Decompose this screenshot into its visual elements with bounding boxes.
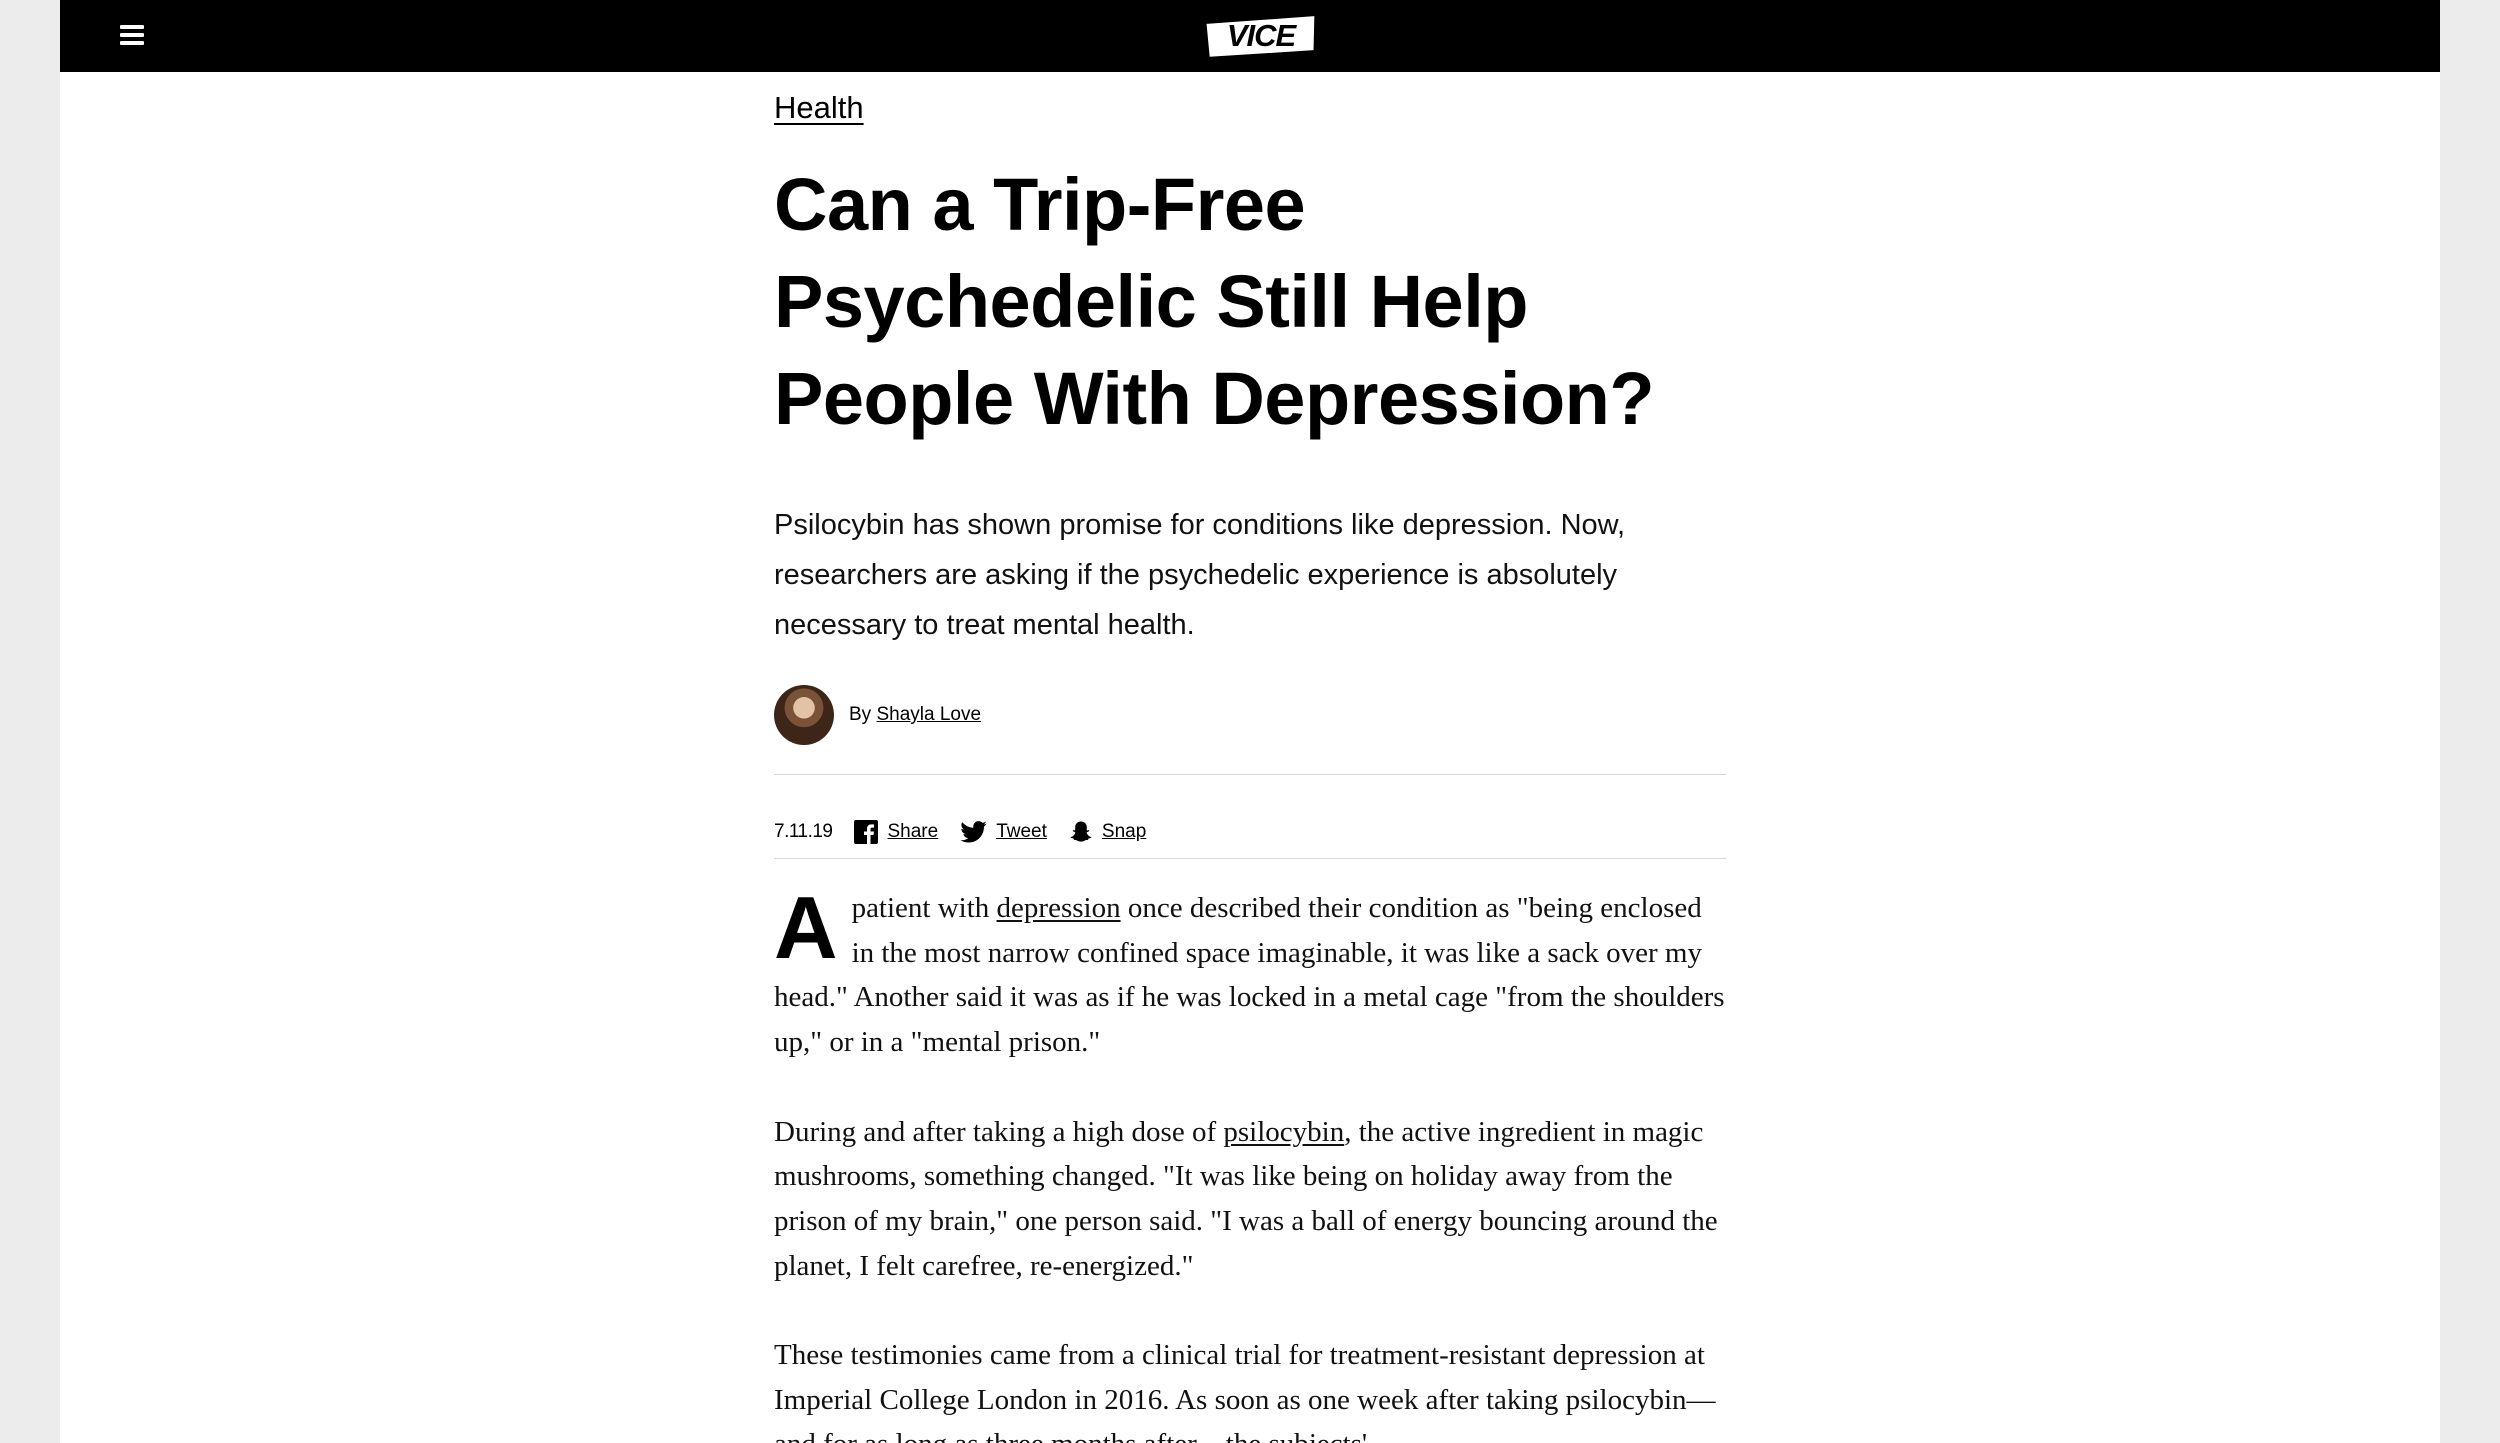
category-link[interactable]: Health	[774, 90, 864, 126]
snapchat-share-button[interactable]: Snap	[1069, 820, 1146, 844]
article-headline: Can a Trip-Free Psychedelic Still Help P…	[774, 163, 1655, 440]
body-paragraph-1: Apatient with depression once described …	[774, 878, 1726, 1065]
depression-link[interactable]: depression	[997, 892, 1121, 924]
vice-logo[interactable]: VICE	[1203, 14, 1319, 58]
publish-date: 7.11.19	[774, 821, 833, 842]
snapchat-icon	[1070, 821, 1092, 842]
logo-text: VICE	[1227, 18, 1298, 53]
snapchat-share-label: Snap	[1101, 821, 1147, 842]
body-paragraph-2: During and after taking a high dose of p…	[774, 1110, 1726, 1289]
psilocybin-link[interactable]: psilocybin	[1223, 1116, 1344, 1148]
page: VICE Health Can a Trip-Free Psychedelic …	[60, 0, 2440, 1443]
drop-cap: A	[774, 878, 838, 977]
hamburger-menu-icon[interactable]	[116, 20, 148, 52]
byline-text: By Shayla Love	[849, 704, 981, 726]
twitter-share-label: Tweet	[996, 821, 1047, 842]
facebook-icon	[854, 820, 879, 844]
author-avatar[interactable]	[774, 685, 834, 745]
facebook-share-label: Share	[887, 821, 939, 842]
article-dek: Psilocybin has shown promise for conditi…	[774, 509, 1626, 641]
article-body: Apatient with depression once described …	[774, 878, 1726, 1443]
facebook-share-button[interactable]: Share	[854, 820, 938, 844]
share-bar: 7.11.19 Share Tweet Snap	[774, 810, 1168, 854]
byline-prefix: By	[849, 704, 872, 725]
divider-bottom	[774, 858, 1726, 859]
twitter-share-button[interactable]: Tweet	[960, 821, 1047, 843]
body-text: During and after taking a high dose of	[774, 1115, 1224, 1148]
byline: By Shayla Love	[774, 684, 981, 746]
body-paragraph-3: These testimonies came from a clinical t…	[774, 1339, 1716, 1443]
body-text: patient with	[851, 892, 997, 924]
divider-top	[774, 774, 1726, 775]
author-link[interactable]: Shayla Love	[876, 704, 981, 725]
top-navigation-bar: VICE	[60, 0, 2440, 72]
twitter-icon	[960, 821, 987, 843]
